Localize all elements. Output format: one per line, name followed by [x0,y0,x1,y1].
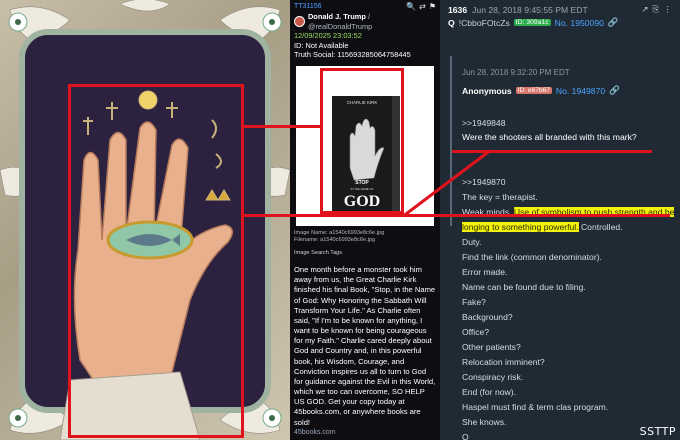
q-post-number: 1636 [448,4,468,15]
quoted-name: Anonymous [462,85,512,96]
body-line-highlight-1: Weak minds. Use of symbolism to push str… [462,205,676,220]
post-date: 12/09/2025 23:03:52 [294,31,362,41]
quoted-text: Were the shooters all branded with this … [462,132,637,142]
search-icon[interactable]: 🔍 [406,2,416,12]
credit-watermark: SSTTP [639,425,676,438]
body-line: Haspel must find & term clas program. [462,402,609,412]
q-id-badge[interactable]: ID: 309a1c [513,19,551,26]
more-icon[interactable]: ⋮ [663,4,672,15]
share-icon[interactable]: ⇄ [419,2,426,12]
post-actions: 🔍 ⇄ ⚑ [406,2,436,12]
body-line: Find the link (common denominator). [462,252,602,262]
body-line-highlight-2: longing to something powerful. Controlle… [462,220,676,235]
body-line: Name can be found due to filing. [462,282,586,292]
body-line: Relocation imminent? [462,357,545,367]
book-image-frame[interactable]: CHARLIE KIRK STOP IN THE NAME OF GOD [296,65,434,226]
book-title-top: STOP [355,180,369,186]
body-line: The key = therapist. [462,192,538,202]
quoted-author-row: Anonymous ID: e67b67 No. 1949870 🔗 [462,85,660,96]
q-drop-panel: 1636 Jun 28, 2018 9:45:55 PM EDT ↗ ⎘ ⋮ Q… [440,0,680,440]
body-line: Other patients? [462,342,521,352]
book-cover-image: CHARLIE KIRK STOP IN THE NAME OF GOD [332,95,400,214]
q-header-icons: ↗ ⎘ ⋮ [641,4,672,15]
image-filename: Filename: a1540c6993e8c6e.jpg [294,236,376,243]
quoted-reference[interactable]: >>1949848 [462,118,660,128]
highlighted-text: longing to something powerful. [462,222,579,232]
body-line: Duty. [462,237,482,247]
post-topbar: TT31156 🔍 ⇄ ⚑ [294,2,436,12]
quoted-id-badge[interactable]: ID: e67b67 [515,87,552,94]
book-title-mid: IN THE NAME OF [351,187,374,191]
thread-id[interactable]: TT31156 [294,3,322,12]
body-line: Office? [462,327,490,337]
truth-social-id: Truth Social: 115693285064758445 [294,50,411,60]
share-icon[interactable]: ↗ [641,4,648,15]
q-post-header: 1636 Jun 28, 2018 9:45:55 PM EDT ↗ ⎘ ⋮ Q… [440,0,680,30]
link-icon[interactable]: 🔗 [608,17,619,28]
body-text: Controlled. [580,222,623,232]
reply-reference[interactable]: >>1949870 [462,175,676,190]
book-title-main: GOD [344,193,380,210]
q-name: Q [448,17,455,28]
link-icon[interactable]: 🔗 [609,85,620,96]
quoted-date: Jun 28, 2018 9:32:20 PM EDT [462,68,570,77]
body-line: Error made. [462,267,508,277]
body-text: Weak minds. [462,207,512,217]
bookmark-icon[interactable]: ⚑ [429,2,436,12]
image-name[interactable]: Image Name: a1540c6993e8c6e.jpg [294,230,436,237]
hand-of-mysteries-artwork [0,0,290,440]
truth-social-post-panel: TT31156 🔍 ⇄ ⚑ Donald J. Trump / @realDon… [290,0,440,440]
body-line: Background? [462,312,513,322]
avatar[interactable] [294,16,305,28]
q-tripcode: !CbboFOtcZs [458,17,510,28]
book-author: CHARLIE KIRK [347,100,378,105]
image-meta: Image Name: a1540c6993e8c6e.jpg Filename… [294,230,436,244]
post-id-line: ID: Not Available [294,40,349,50]
quoted-post-link[interactable]: No. 1949870 [556,86,605,96]
q-post-link[interactable]: No. 1950090 [555,18,604,28]
artwork-svg [0,0,290,440]
body-line: End (for now). [462,387,516,397]
author-row: Donald J. Trump / @realDonaldTrump [294,12,436,31]
image-search-link[interactable]: Image Search Tags [294,250,436,257]
body-line: Conspiracy risk. [462,372,524,382]
post-body: One month before a monster took him away… [294,265,436,427]
display-name[interactable]: Donald J. Trump [308,12,366,21]
q-post-date: Jun 28, 2018 9:45:55 PM EDT [472,4,588,15]
body-line: Fake? [462,297,486,307]
copy-icon[interactable]: ⎘ [653,4,660,15]
q-post-body: >>1949870 The key = therapist. Weak mind… [462,175,676,440]
post-footer-link[interactable]: 45books.com [294,429,436,438]
highlighted-text: Use of symbolism to push strength and be [513,207,675,217]
